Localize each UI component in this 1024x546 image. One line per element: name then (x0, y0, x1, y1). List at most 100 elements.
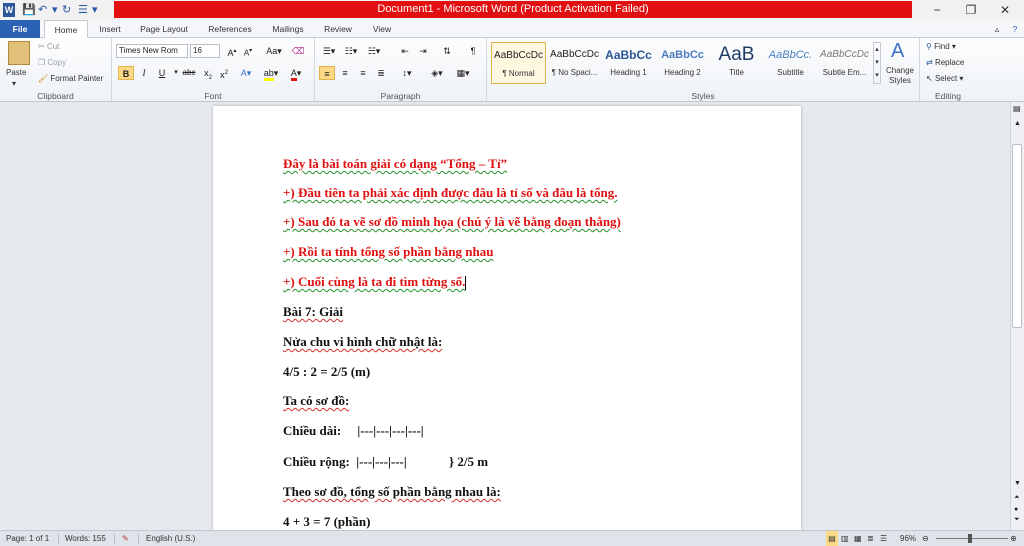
zoom-slider[interactable] (936, 538, 1008, 539)
font-color-icon[interactable]: A▾ (286, 66, 306, 81)
doc-line-9[interactable]: Ta có sơ đồ: (283, 392, 349, 410)
paste-dropdown-icon[interactable]: ▾ (12, 78, 16, 89)
doc-line-2[interactable]: +) Đầu tiên ta phải xác định được đâu là… (283, 184, 617, 202)
full-screen-reading-icon[interactable]: ▥ (841, 531, 849, 546)
word-count[interactable]: Words: 155 (65, 531, 106, 546)
show-formatting-marks-icon[interactable]: ¶ (465, 44, 481, 58)
align-right-button[interactable]: ≡ (355, 66, 371, 80)
sort-icon[interactable]: ⇅ (439, 44, 455, 58)
undo-icon[interactable]: ↶ (38, 2, 47, 18)
style-subtle-emphasis[interactable]: AaBbCcDc Subtle Em... (817, 42, 872, 84)
customize-qat-icon[interactable]: ▾ (92, 2, 98, 18)
doc-line-4[interactable]: +) Rồi ta tính tổng số phần bằng nhau (283, 243, 493, 261)
zoom-level[interactable]: 96% (900, 531, 916, 546)
doc-line-11[interactable]: Chiều rộng: |---|---|---| } 2/5 m (283, 453, 488, 471)
highlight-color-icon[interactable]: ab▾ (260, 66, 282, 81)
proofing-icon[interactable]: ✎ (122, 531, 129, 546)
doc-line-8[interactable]: 4/5 : 2 = 2/5 (m) (283, 363, 370, 381)
strikethrough-button[interactable]: abc (180, 66, 198, 80)
doc-line-3[interactable]: +) Sau đó ta vẽ sơ đồ minh họa (chú ý là… (283, 213, 621, 231)
justify-button[interactable]: ≣ (373, 66, 389, 80)
document-page[interactable]: Đây là bài toán giải có dạng “Tổng – Tỉ”… (213, 106, 801, 530)
browse-object-icon[interactable]: ● (1014, 506, 1018, 513)
doc-line-6[interactable]: Bài 7: Giải (283, 303, 343, 321)
tab-view[interactable]: View (366, 20, 398, 38)
scroll-up-icon[interactable]: ▲ (1014, 120, 1021, 127)
maximize-button[interactable]: ❐ (954, 0, 988, 20)
doc-line-1[interactable]: Đây là bài toán giải có dạng “Tổng – Tỉ” (283, 155, 507, 173)
tab-home[interactable]: Home (44, 20, 88, 39)
doc-line-12[interactable]: Theo sơ đồ, tổng số phần bằng nhau là: (283, 483, 501, 501)
help-icon[interactable]: ? (1008, 20, 1022, 38)
style-heading-2[interactable]: AaBbCc Heading 2 (655, 42, 710, 84)
tab-mailings[interactable]: Mailings (266, 20, 310, 38)
font-name-combo[interactable]: Times New Rom (116, 44, 188, 58)
shading-icon[interactable]: ◈▾ (427, 66, 447, 80)
grow-font-icon[interactable]: A▴ (224, 44, 240, 58)
scrollbar-thumb[interactable] (1012, 144, 1022, 328)
doc-line-13[interactable]: 4 + 3 = 7 (phần) (283, 513, 370, 531)
change-case-icon[interactable]: Aa▾ (264, 44, 284, 58)
bold-button[interactable]: B (118, 66, 134, 80)
redo-icon[interactable]: ↻ (62, 2, 71, 18)
align-center-button[interactable]: ≡ (337, 66, 353, 80)
styles-scroll-icon[interactable]: ▴ ▾ ▾ (873, 42, 881, 84)
tab-page-layout[interactable]: Page Layout (134, 20, 194, 38)
line-spacing-icon[interactable]: ↕▾ (397, 66, 417, 80)
scroll-down-icon[interactable]: ▼ (1014, 480, 1021, 487)
increase-indent-icon[interactable]: ⇥ (415, 44, 431, 58)
next-page-icon[interactable]: ⏷ (1014, 516, 1020, 524)
close-button[interactable]: ✕ (988, 0, 1022, 20)
doc-line-5[interactable]: +) Cuối cùng là ta đi tìm từng số. (283, 273, 467, 291)
outline-icon[interactable]: ≣ (867, 531, 874, 546)
bullets-qat-icon[interactable]: ☰ (78, 2, 88, 18)
borders-icon[interactable]: ▦▾ (453, 66, 473, 80)
find-button[interactable]: ⚲ Find ▾ (926, 41, 956, 52)
text-effects-icon[interactable]: A▾ (238, 66, 254, 80)
align-left-button[interactable]: ≡ (319, 66, 335, 80)
minimize-button[interactable]: − (920, 0, 954, 20)
subscript-button[interactable]: x2 (200, 66, 216, 81)
previous-page-icon[interactable]: ⏶ (1014, 494, 1020, 502)
multilevel-list-icon[interactable]: ☵▾ (363, 44, 385, 58)
tab-references[interactable]: References (202, 20, 258, 38)
zoom-slider-thumb[interactable] (968, 534, 972, 543)
italic-button[interactable]: I (136, 66, 152, 80)
format-painter-button[interactable]: 🖌 Format Painter (38, 73, 103, 84)
clear-formatting-icon[interactable]: ⌫ (290, 44, 306, 58)
superscript-button[interactable]: x2 (216, 66, 232, 80)
zoom-out-icon[interactable]: ⊖ (922, 531, 929, 546)
tab-insert[interactable]: Insert (94, 20, 126, 38)
minimize-ribbon-icon[interactable]: ▵ (990, 20, 1004, 38)
change-styles-icon[interactable]: A (891, 40, 904, 62)
style-no-spacing[interactable]: AaBbCcDc ¶ No Spaci... (547, 42, 602, 84)
decrease-indent-icon[interactable]: ⇤ (397, 44, 413, 58)
style-title[interactable]: AaB Title (709, 42, 764, 84)
tab-file[interactable]: File (0, 20, 40, 38)
undo-dropdown-icon[interactable]: ▾ (52, 2, 58, 18)
doc-line-7[interactable]: Nửa chu vi hình chữ nhật là: (283, 333, 442, 351)
print-layout-icon[interactable]: ▤ (826, 531, 838, 546)
font-size-combo[interactable]: 16 (190, 44, 220, 58)
save-icon[interactable]: 💾 (22, 2, 36, 18)
numbering-icon[interactable]: ☷▾ (341, 44, 361, 58)
web-layout-icon[interactable]: ▦ (854, 531, 862, 546)
replace-button[interactable]: ⇄ Replace (926, 57, 964, 68)
change-styles-button[interactable]: Change Styles (883, 66, 917, 86)
paste-button[interactable]: Paste (6, 67, 26, 78)
shrink-font-icon[interactable]: A▾ (240, 44, 256, 58)
copy-button[interactable]: ❐ Copy (38, 57, 66, 68)
doc-line-10[interactable]: Chiều dài: |---|---|---|---| (283, 422, 424, 440)
zoom-in-icon[interactable]: ⊕ (1010, 531, 1017, 546)
style-heading-1[interactable]: AaBbCc Heading 1 (601, 42, 656, 84)
cut-button[interactable]: ✂ Cut (38, 41, 59, 52)
select-button[interactable]: ↖ Select ▾ (926, 73, 963, 84)
style-subtitle[interactable]: AaBbCc. Subtitle (763, 42, 818, 84)
tab-review[interactable]: Review (318, 20, 358, 38)
style-normal[interactable]: AaBbCcDc ¶ Normal (491, 42, 546, 84)
page-count[interactable]: Page: 1 of 1 (6, 531, 49, 546)
paste-icon[interactable] (8, 41, 30, 65)
draft-icon[interactable]: ☰ (880, 531, 887, 546)
ruler-toggle-icon[interactable]: ▤ (1013, 104, 1021, 113)
bullets-icon[interactable]: ☰▾ (319, 44, 339, 58)
